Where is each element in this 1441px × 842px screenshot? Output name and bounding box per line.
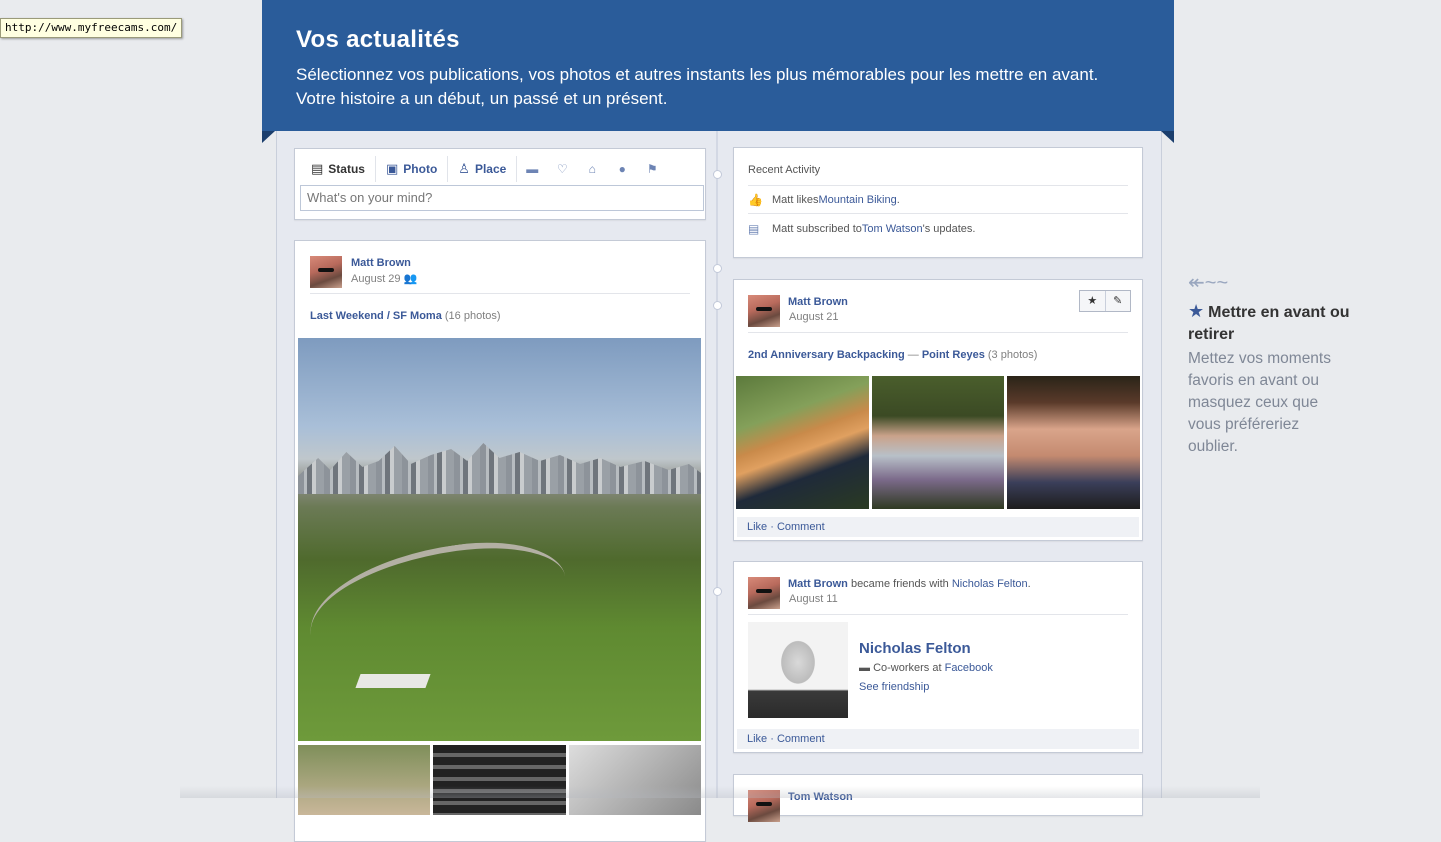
album-thumbnail[interactable]	[433, 745, 566, 815]
picnic-blanket	[355, 674, 431, 688]
heart-icon[interactable]: ♡	[547, 162, 577, 176]
status-input[interactable]: What's on your mind?	[300, 185, 704, 211]
like-comment-links[interactable]: Like · Comment	[737, 517, 1139, 537]
friend-profile-photo[interactable]	[748, 622, 848, 718]
place-link[interactable]: Point Reyes	[922, 349, 985, 361]
tab-status-label: Status	[328, 162, 365, 176]
timeline-dot	[713, 301, 722, 310]
album-link[interactable]: 2nd Anniversary Backpacking	[748, 349, 905, 361]
see-friendship-link[interactable]: See friendship	[859, 681, 929, 693]
divider	[748, 332, 1128, 333]
album-photo[interactable]	[1007, 376, 1141, 509]
album-thumbnail[interactable]	[298, 745, 431, 815]
status-icon: ▤	[311, 161, 324, 176]
hint-title: Mettre en avant ou retirer	[1188, 304, 1350, 343]
author-name[interactable]: Matt Brown	[351, 257, 411, 269]
story-photo-album: Matt Brown August 29 👥 Last Weekend / SF…	[294, 240, 706, 842]
flag-icon[interactable]: ⚑	[637, 162, 667, 176]
bottom-shadow	[180, 786, 1260, 798]
album-count: (16 photos)	[444, 310, 501, 322]
album-photo[interactable]	[871, 376, 1005, 509]
avatar[interactable]	[748, 295, 780, 327]
edit-pencil-icon[interactable]: ✎	[1104, 291, 1131, 311]
subscribe-icon: ▤	[748, 222, 760, 236]
story-new-friend: Matt Brown became friends with Nicholas …	[733, 561, 1143, 753]
workplace-link[interactable]: Facebook	[945, 662, 993, 674]
tab-photo[interactable]: ▣ Photo	[376, 156, 449, 182]
place-icon: ♙	[458, 161, 470, 176]
photo-icon: ▣	[385, 161, 399, 176]
friend-link[interactable]: Nicholas Felton	[952, 578, 1028, 590]
like-icon: 👍	[748, 193, 763, 207]
avatar[interactable]	[748, 577, 780, 609]
story-backpacking-album: Matt Brown August 21 ★ ✎ 2nd Anniversary…	[733, 279, 1143, 541]
park-path	[301, 530, 575, 682]
timeline-spine	[716, 130, 718, 798]
album-count: (3 photos)	[987, 349, 1038, 361]
album-photo-grid	[736, 376, 1141, 509]
url-tooltip: http://www.myfreecams.com/	[0, 18, 183, 38]
curved-arrow-icon: ↞~~	[1188, 272, 1229, 294]
apple-icon[interactable]: ●	[607, 162, 637, 176]
recent-activity-title: Recent Activity	[748, 164, 821, 176]
activity-link[interactable]: Mountain Biking	[818, 194, 896, 206]
author-name[interactable]: Matt Brown	[788, 296, 848, 308]
recent-activity-box: Recent Activity 👍 Matt likes Mountain Bi…	[733, 147, 1143, 258]
activity-item: ▤ Matt subscribed to Tom Watson 's updat…	[748, 222, 976, 236]
tab-place-label: Place	[474, 162, 507, 176]
star-icon: ★	[1188, 301, 1205, 321]
tab-status[interactable]: ▤ Status	[301, 156, 376, 182]
composer-tabs: ▤ Status ▣ Photo ♙ Place ▬ ♡ ⌂ ● ⚑	[301, 155, 667, 183]
timeline-dot	[713, 170, 722, 179]
status-composer: ▤ Status ▣ Photo ♙ Place ▬ ♡ ⌂ ● ⚑ What'…	[294, 148, 706, 220]
friend-name[interactable]: Nicholas Felton	[859, 640, 971, 657]
star-icon[interactable]: ★	[1080, 291, 1105, 311]
banner-title: Vos actualités	[296, 26, 460, 53]
activity-link[interactable]: Tom Watson	[862, 223, 923, 235]
tour-banner: Vos actualités Sélectionnez vos publicat…	[262, 0, 1174, 143]
post-date[interactable]: August 11	[789, 593, 838, 605]
post-date[interactable]: August 21	[789, 311, 839, 323]
author-name[interactable]: Matt Brown	[788, 578, 848, 590]
divider	[748, 185, 1128, 186]
work-icon: ▬	[859, 662, 870, 674]
house-icon[interactable]: ⌂	[577, 162, 607, 176]
banner-text: Sélectionnez vos publications, vos photo…	[296, 65, 1099, 108]
post-date[interactable]: August 29	[351, 273, 401, 285]
story-controls: ★ ✎	[1079, 290, 1131, 312]
like-comment-links[interactable]: Like · Comment	[737, 729, 1139, 749]
divider	[748, 614, 1128, 615]
album-main-photo[interactable]	[298, 338, 701, 741]
city-skyline	[298, 443, 701, 494]
hint-text: Mettez vos moments favoris en avant ou m…	[1188, 350, 1331, 455]
audience-icon: 👥	[403, 273, 418, 285]
avatar[interactable]	[310, 256, 342, 288]
activity-item: 👍 Matt likes Mountain Biking .	[748, 193, 900, 207]
divider	[310, 293, 690, 294]
divider	[748, 213, 1128, 214]
timeline-dot	[713, 264, 722, 273]
tab-place[interactable]: ♙ Place	[448, 156, 518, 182]
timeline-dot	[713, 587, 722, 596]
album-thumbnails	[298, 745, 701, 815]
album-thumbnail[interactable]	[568, 745, 701, 815]
tab-photo-label: Photo	[403, 162, 438, 176]
album-photo[interactable]	[736, 376, 869, 509]
album-link[interactable]: Last Weekend / SF Moma	[310, 310, 442, 322]
briefcase-icon[interactable]: ▬	[517, 162, 547, 176]
